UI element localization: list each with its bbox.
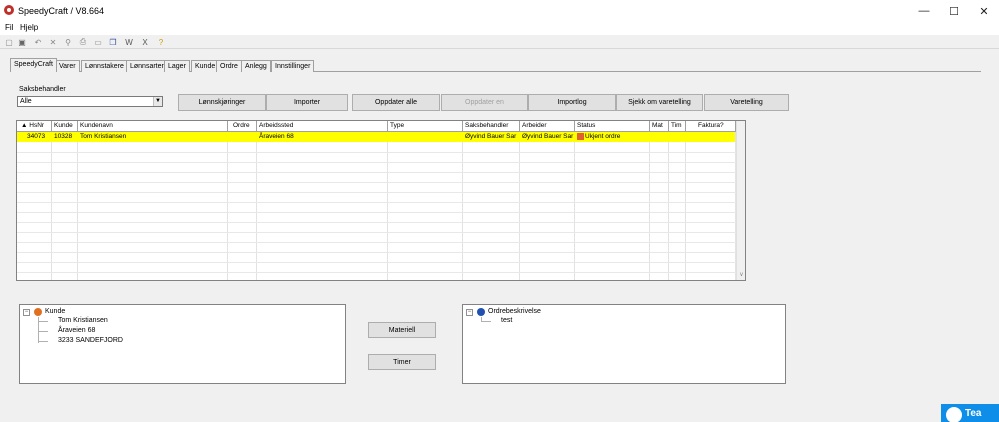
col-header-arbeider[interactable]: Arbeider <box>520 121 575 132</box>
order-grid[interactable]: ▲ HsNr Kunde Kundenavn Ordre Arbeidssted… <box>16 120 746 281</box>
col-header-status[interactable]: Status <box>575 121 650 132</box>
cell-tim <box>669 132 686 142</box>
kunde-tree-item[interactable]: Tom Kristiansen <box>58 317 108 324</box>
collapse-icon[interactable]: − <box>23 309 30 316</box>
collapse-icon[interactable]: − <box>466 309 473 316</box>
ordre-tree-root[interactable]: Ordrebeskrivelse <box>488 308 541 315</box>
tab-lonnsarter[interactable]: Lønnsarter <box>126 60 168 72</box>
kunde-tree-panel[interactable]: − Kunde Tom Kristiansen Åraveien 68 3233… <box>19 304 346 384</box>
menu-bar: Fil Hjelp <box>0 22 999 35</box>
col-header-tim[interactable]: Tim <box>669 121 686 132</box>
person-icon <box>34 308 42 316</box>
chevron-down-icon[interactable]: ▼ <box>153 97 162 106</box>
minimize-button[interactable]: — <box>909 0 939 22</box>
teamviewer-label: Tea <box>965 408 982 419</box>
tab-anlegg[interactable]: Anlegg <box>241 60 271 72</box>
tab-kunde[interactable]: Kunde <box>191 60 220 72</box>
cell-faktura <box>686 132 736 142</box>
saksbehandler-select[interactable]: Alle ▼ <box>17 96 163 107</box>
scroll-down-icon[interactable]: ∨ <box>737 270 745 279</box>
info-icon <box>477 308 485 316</box>
col-header-hsnr[interactable]: ▲ HsNr <box>17 121 52 132</box>
cell-arbeidssted: Åraveien 68 <box>259 133 294 140</box>
form-icon[interactable]: ▭ <box>93 37 103 47</box>
cell-status: Ukjent ordre <box>575 132 650 142</box>
print-icon[interactable]: ⎙ <box>78 37 88 47</box>
col-header-saksbehandler[interactable]: Saksbehandler <box>463 121 520 132</box>
sjekk-varetelling-button[interactable]: Sjekk om varetelling <box>616 94 703 111</box>
find-icon[interactable]: ⚲ <box>63 37 73 47</box>
close-button[interactable]: ✕ <box>969 0 999 22</box>
new-icon[interactable]: ▢ <box>4 37 14 47</box>
cell-mat <box>650 132 669 142</box>
menu-fil[interactable]: Fil <box>5 23 13 32</box>
tab-lonnstakere[interactable]: Lønnstakere <box>81 60 128 72</box>
cell-type <box>388 132 463 142</box>
importlog-button[interactable]: Importlog <box>528 94 616 111</box>
col-header-faktura[interactable]: Faktura? <box>686 121 736 132</box>
undo-icon[interactable]: ↶ <box>33 37 43 47</box>
tab-lager[interactable]: Lager <box>164 60 190 72</box>
ordre-tree-item[interactable]: test <box>501 317 512 324</box>
kunde-tree-item[interactable]: Åraveien 68 <box>58 327 95 334</box>
saksbehandler-label: Saksbehandler <box>19 86 66 93</box>
col-header-kundenavn[interactable]: Kundenavn <box>78 121 228 132</box>
sort-asc-icon: ▲ <box>21 122 28 129</box>
materiell-button[interactable]: Materiell <box>368 322 436 338</box>
cell-kunde: 10328 <box>54 133 73 140</box>
importer-button[interactable]: Importer <box>266 94 348 111</box>
word-icon[interactable]: W <box>124 37 134 47</box>
menu-hjelp[interactable]: Hjelp <box>20 23 38 32</box>
teamviewer-widget[interactable]: Tea <box>941 404 999 422</box>
delete-icon[interactable]: ✕ <box>48 37 58 47</box>
saksbehandler-value: Alle <box>20 98 32 105</box>
ordre-tree-panel[interactable]: − Ordrebeskrivelse test <box>462 304 786 384</box>
cell-arbeider: Øyvind Bauer Sar <box>522 133 574 140</box>
tab-speedycraft[interactable]: SpeedyCraft <box>10 58 57 72</box>
tab-ordre[interactable]: Ordre <box>216 60 242 72</box>
col-header-kunde[interactable]: Kunde <box>52 121 78 132</box>
help-icon[interactable]: ? <box>156 37 166 47</box>
table-row[interactable]: 34073 10328 Tom Kristiansen Åraveien 68 … <box>17 132 735 142</box>
cell-saksbehandler: Øyvind Bauer Sar <box>465 133 517 140</box>
kunde-tree-item[interactable]: 3233 SANDEFJORD <box>58 337 123 344</box>
col-header-ordre[interactable]: Ordre <box>228 121 257 132</box>
kunde-tree-root[interactable]: Kunde <box>45 308 65 315</box>
warning-icon <box>577 132 584 140</box>
cell-hsnr: 34073 <box>27 133 46 140</box>
save-icon[interactable]: ▣ <box>17 37 27 47</box>
col-header-mat[interactable]: Mat <box>650 121 669 132</box>
grid-header-row: ▲ HsNr Kunde Kundenavn Ordre Arbeidssted… <box>17 121 737 132</box>
col-header-arbeidssted[interactable]: Arbeidssted <box>257 121 388 132</box>
oppdater-alle-button[interactable]: Oppdater alle <box>352 94 440 111</box>
lonnskjoringer-button[interactable]: Lønnskjøringer <box>178 94 266 111</box>
grid-scrollbar[interactable]: ∨ <box>736 121 745 280</box>
toolbar: ▢ ▣ ↶ ✕ ⚲ ⎙ ▭ ❐ W X ? <box>0 35 999 49</box>
timer-button[interactable]: Timer <box>368 354 436 370</box>
teamviewer-icon <box>946 407 962 422</box>
tab-innstillinger[interactable]: Innstillinger <box>271 60 315 72</box>
title-bar: SpeedyCraft / V8.664 — ☐ ✕ <box>0 0 999 22</box>
cell-ordre <box>228 132 257 142</box>
varetelling-button[interactable]: Varetelling <box>704 94 789 111</box>
copy-icon[interactable]: ❐ <box>108 37 118 47</box>
excel-icon[interactable]: X <box>140 37 150 47</box>
oppdater-en-button[interactable]: Oppdater en <box>441 94 528 111</box>
tab-varer[interactable]: Varer <box>55 60 80 72</box>
app-icon <box>4 5 14 15</box>
cell-kundenavn: Tom Kristiansen <box>80 133 127 140</box>
window-title: SpeedyCraft / V8.664 <box>18 6 105 16</box>
maximize-button[interactable]: ☐ <box>939 0 969 22</box>
col-header-type[interactable]: Type <box>388 121 463 132</box>
